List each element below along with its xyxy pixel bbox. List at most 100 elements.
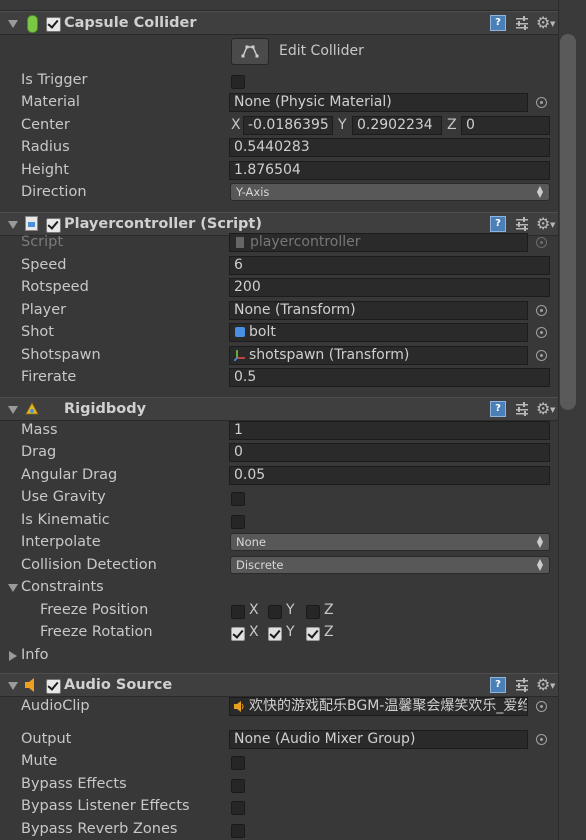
firerate-field[interactable]: 0.5 [229, 368, 550, 387]
is-trigger-checkbox[interactable] [231, 75, 245, 89]
shot-field[interactable]: bolt [229, 323, 528, 342]
help-book-icon[interactable]: ? [490, 15, 506, 31]
presets-sliders-icon[interactable] [515, 402, 529, 416]
use-gravity-label: Use Gravity [21, 489, 106, 505]
use-gravity-checkbox[interactable] [231, 492, 245, 506]
object-picker-icon[interactable] [536, 701, 547, 712]
radius-field[interactable]: 0.5440283 [229, 138, 550, 157]
audio-source-header[interactable]: Audio Source ? ⚙ ▼ [0, 673, 558, 697]
interpolate-dropdown[interactable]: None ▲ ▼ [230, 533, 550, 551]
edit-collider-icon [241, 45, 259, 58]
scrollbar-thumb[interactable] [560, 34, 576, 410]
freeze-position-x-checkbox[interactable] [231, 605, 245, 619]
help-book-icon[interactable]: ? [490, 401, 506, 417]
object-picker-icon[interactable] [536, 97, 547, 108]
object-picker-icon [536, 237, 547, 248]
freeze-position-y-checkbox[interactable] [268, 605, 282, 619]
gear-icon[interactable]: ⚙ [536, 399, 550, 418]
shotspawn-label: Shotspawn [21, 347, 101, 363]
audioclip-field[interactable]: 欢快的游戏配乐BGM-温馨聚会爆笑欢乐_爱绉 [229, 697, 528, 716]
dropdown-arrows-icon: ▲ ▼ [536, 557, 543, 572]
info-fold-arrow-icon[interactable] [9, 651, 17, 661]
fold-arrow-icon[interactable] [8, 682, 18, 690]
shotspawn-value: shotspawn (Transform) [249, 347, 410, 363]
chevron-down-icon[interactable]: ▼ [550, 682, 555, 690]
freeze-rotation-z-checkbox[interactable] [306, 627, 320, 641]
is-kinematic-checkbox[interactable] [231, 515, 245, 529]
chevron-down-icon[interactable]: ▼ [550, 221, 555, 229]
bypass-effects-checkbox[interactable] [231, 779, 245, 793]
rigidbody-header[interactable]: Rigidbody ? ⚙ ▼ [0, 397, 558, 421]
is-trigger-label: Is Trigger [21, 72, 88, 88]
mute-checkbox[interactable] [231, 756, 245, 770]
object-picker-icon[interactable] [536, 327, 547, 338]
edit-collider-button[interactable] [231, 38, 269, 65]
object-picker-icon[interactable] [536, 734, 547, 745]
shotspawn-field[interactable]: shotspawn (Transform) [229, 346, 528, 365]
presets-sliders-icon[interactable] [515, 16, 529, 30]
info-label[interactable]: Info [21, 647, 48, 663]
gear-icon[interactable]: ⚙ [536, 675, 550, 694]
fold-arrow-icon[interactable] [8, 221, 18, 229]
drag-field[interactable]: 0 [229, 443, 550, 462]
script-file-icon [25, 216, 38, 231]
rotspeed-field[interactable]: 200 [229, 278, 550, 297]
audio-source-enabled-checkbox[interactable] [46, 679, 61, 694]
freeze-rotation-label: Freeze Rotation [40, 624, 153, 640]
freeze-position-z-checkbox[interactable] [306, 605, 320, 619]
mass-field[interactable]: 1 [229, 421, 550, 440]
direction-dropdown[interactable]: Y-Axis ▲ ▼ [230, 183, 550, 201]
center-y-field[interactable]: 0.2902234 [352, 116, 442, 135]
audio-source-title: Audio Source [64, 677, 173, 693]
angular-drag-field[interactable]: 0.05 [229, 466, 550, 485]
bypass-effects-label: Bypass Effects [21, 776, 127, 792]
bypass-reverb-zones-checkbox[interactable] [231, 824, 245, 838]
freeze-rotation-z-label: Z [324, 624, 334, 640]
center-label: Center [21, 117, 70, 133]
constraints-label[interactable]: Constraints [21, 579, 104, 595]
rigidbody-icon [25, 402, 39, 415]
freeze-rotation-y-checkbox[interactable] [268, 627, 282, 641]
gear-icon[interactable]: ⚙ [536, 214, 550, 233]
rotspeed-label: Rotspeed [21, 279, 89, 295]
center-x-field[interactable]: -0.0186395 [243, 116, 333, 135]
output-field[interactable]: None (Audio Mixer Group) [229, 730, 528, 749]
speed-field[interactable]: 6 [229, 256, 550, 275]
radius-label: Radius [21, 139, 70, 155]
height-label: Height [21, 162, 69, 178]
speaker-icon [25, 678, 34, 692]
height-field[interactable]: 1.876504 [229, 161, 550, 180]
freeze-rotation-y-label: Y [286, 624, 295, 640]
script-value: playercontroller [250, 234, 361, 250]
capsule-enabled-checkbox[interactable] [46, 17, 61, 32]
direction-label: Direction [21, 184, 87, 200]
center-z-field[interactable]: 0 [461, 116, 550, 135]
object-picker-icon[interactable] [536, 350, 547, 361]
collision-detection-dropdown[interactable]: Discrete ▲ ▼ [230, 556, 550, 574]
gear-icon[interactable]: ⚙ [536, 13, 550, 32]
player-field[interactable]: None (Transform) [229, 301, 528, 320]
playercontroller-enabled-checkbox[interactable] [46, 218, 61, 233]
inspector-panel: Capsule Collider ? ⚙ ▼ Edit Collider Is … [0, 0, 558, 840]
fold-arrow-icon[interactable] [8, 20, 18, 28]
prefab-cube-icon [235, 327, 245, 337]
fold-arrow-icon[interactable] [8, 406, 18, 414]
help-book-icon[interactable]: ? [490, 677, 506, 693]
freeze-position-z-label: Z [324, 602, 334, 618]
freeze-rotation-x-checkbox[interactable] [231, 627, 245, 641]
shot-label: Shot [21, 324, 54, 340]
presets-sliders-icon[interactable] [515, 678, 529, 692]
capsule-collider-header[interactable]: Capsule Collider ? ⚙ ▼ [0, 11, 558, 35]
material-field[interactable]: None (Physic Material) [229, 93, 528, 112]
direction-value: Y-Axis [236, 185, 270, 199]
help-book-icon[interactable]: ? [490, 216, 506, 232]
chevron-down-icon[interactable]: ▼ [550, 406, 555, 414]
presets-sliders-icon[interactable] [515, 217, 529, 231]
rigidbody-title: Rigidbody [64, 401, 147, 417]
capsule-collider-title: Capsule Collider [64, 15, 197, 31]
constraints-fold-arrow-icon[interactable] [8, 584, 18, 592]
bypass-listener-effects-checkbox[interactable] [231, 801, 245, 815]
chevron-down-icon[interactable]: ▼ [550, 20, 555, 28]
freeze-position-label: Freeze Position [40, 602, 149, 618]
object-picker-icon[interactable] [536, 305, 547, 316]
